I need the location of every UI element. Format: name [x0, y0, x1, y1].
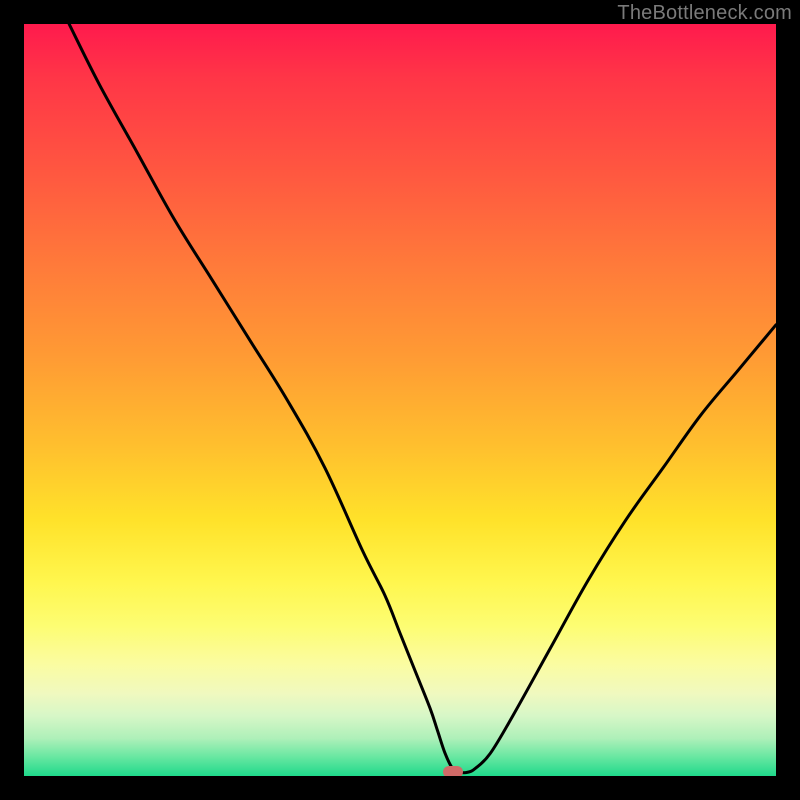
- chart-frame: TheBottleneck.com: [0, 0, 800, 800]
- plot-area: [24, 24, 776, 776]
- bottleneck-curve: [69, 24, 776, 773]
- curve-svg: [24, 24, 776, 776]
- minimum-marker: [443, 766, 463, 776]
- watermark-text: TheBottleneck.com: [617, 2, 792, 25]
